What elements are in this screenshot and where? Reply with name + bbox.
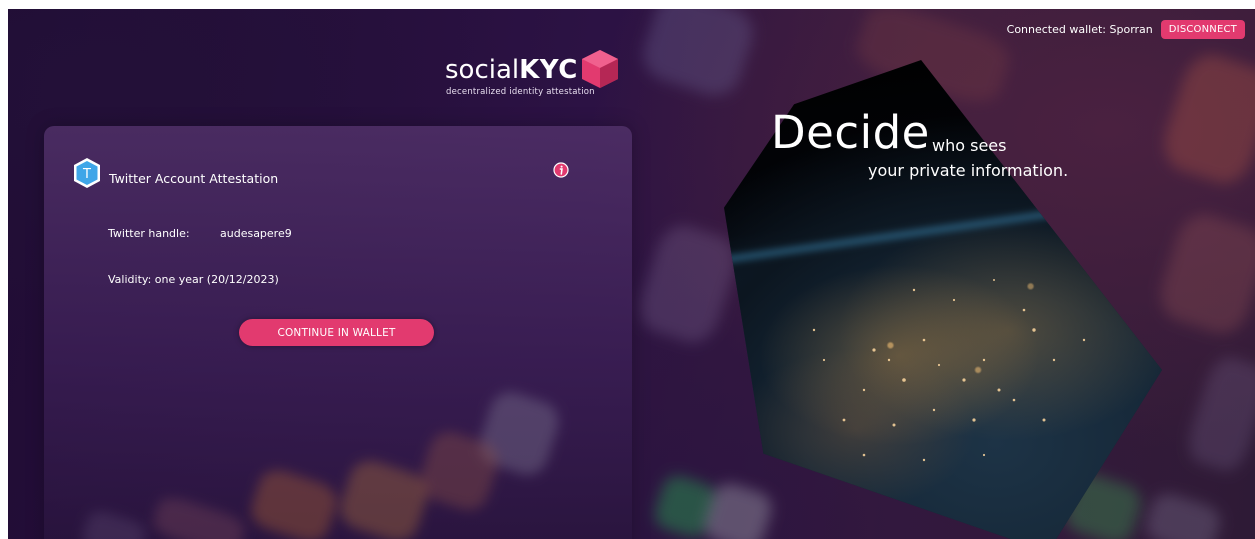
bg-hexagon: [632, 219, 744, 349]
twitter-hex-icon: T: [74, 158, 100, 188]
bg-hexagon: [1156, 48, 1255, 190]
card-bg-hexagon: [335, 455, 433, 539]
hero-subline-1: who sees: [932, 136, 1007, 155]
card-bg-hexagon: [246, 465, 342, 539]
socialkyc-logo[interactable]: socialKYC decentralized identity attesta…: [445, 46, 635, 106]
logo-cube-icon: [582, 50, 618, 88]
attestation-card: T Twitter Account Attestation Twitter ha…: [44, 126, 632, 539]
twitter-handle-value: audesapere9: [220, 227, 292, 240]
validity-text: Validity: one year (20/12/2023): [108, 273, 279, 286]
logo-tagline: decentralized identity attestation: [446, 87, 595, 97]
hero-headline: Decide: [771, 106, 930, 159]
info-icon[interactable]: [553, 162, 569, 178]
logo-wordmark: socialKYC: [445, 55, 578, 85]
disconnect-button[interactable]: DISCONNECT: [1160, 20, 1245, 39]
card-bg-hexagon: [79, 507, 149, 539]
bg-hexagon: [1182, 352, 1255, 476]
bg-hexagon: [636, 9, 760, 103]
hero-subline-2: your private information.: [868, 161, 1069, 180]
twitter-icon-letter: T: [82, 167, 91, 182]
continue-in-wallet-button[interactable]: CONTINUE IN WALLET: [239, 319, 434, 346]
card-bg-hexagon: [150, 493, 248, 539]
connected-wallet-text: Connected wallet: Sporran: [1006, 23, 1153, 36]
bg-hexagon: [1153, 207, 1255, 341]
bg-hexagon: [1141, 489, 1225, 539]
wallet-bar: Connected wallet: Sporran DISCONNECT: [1007, 20, 1245, 39]
app-background: Connected wallet: Sporran DISCONNECT soc…: [8, 9, 1255, 539]
twitter-handle-label: Twitter handle:: [108, 227, 190, 240]
card-title: Twitter Account Attestation: [109, 171, 279, 186]
